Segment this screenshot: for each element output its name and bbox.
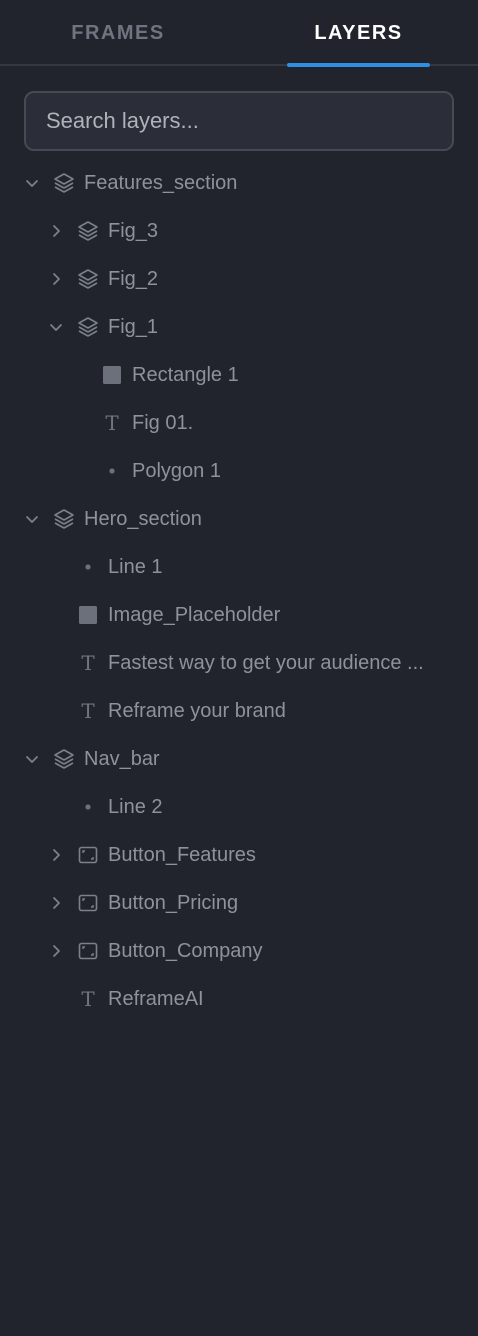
layer-label: Button_Pricing	[108, 892, 239, 914]
active-tab-indicator	[287, 63, 430, 67]
layer-label: Image_Placeholder	[108, 604, 281, 626]
layer-label: Fig 01.	[132, 412, 194, 434]
search-layers-input[interactable]	[24, 91, 454, 151]
text-layer-icon: T	[81, 651, 95, 675]
layer-row-polygon-1[interactable]: Polygon 1	[0, 447, 478, 495]
text-layer-icon: T	[81, 699, 95, 723]
layer-group-icon	[76, 267, 100, 291]
layer-label: Fig_3	[108, 220, 159, 242]
layer-row-fig-3[interactable]: Fig_3	[0, 207, 478, 255]
layer-label: Button_Features	[108, 844, 256, 866]
tab-layers[interactable]: LAYERS	[287, 0, 430, 66]
layer-row-button-features[interactable]: Button_Features	[0, 831, 478, 879]
layer-label: Fastest way to get your audience ...	[108, 652, 424, 674]
layer-label: Button_Company	[108, 940, 263, 962]
layer-group-icon	[76, 315, 100, 339]
text-layer-icon: T	[105, 411, 119, 435]
layer-label: Rectangle 1	[132, 364, 239, 386]
layer-row-fig-2[interactable]: Fig_2	[0, 255, 478, 303]
panel-tabs: FRAMES LAYERS	[0, 0, 478, 67]
tab-frames[interactable]: FRAMES	[48, 0, 188, 66]
layer-label: Nav_bar	[84, 748, 160, 770]
layer-row-features-section[interactable]: Features_section	[0, 159, 478, 207]
component-frame-icon	[76, 891, 100, 915]
rectangle-icon	[76, 603, 100, 627]
layers-panel: FRAMES LAYERS Features_section Fig_3	[0, 0, 478, 1336]
layer-label: Reframe your brand	[108, 700, 286, 722]
layer-label: ReframeAI	[108, 988, 204, 1010]
layer-tree: Features_section Fig_3 Fig_2 Fig_1 Recta…	[0, 159, 478, 1023]
chevron-right-icon[interactable]	[44, 219, 68, 243]
layer-group-icon	[76, 219, 100, 243]
dot-icon	[100, 459, 124, 483]
layer-row-line-2[interactable]: Line 2	[0, 783, 478, 831]
layer-row-button-company[interactable]: Button_Company	[0, 927, 478, 975]
chevron-down-icon[interactable]	[20, 171, 44, 195]
layer-row-fig-01-text[interactable]: T Fig 01.	[0, 399, 478, 447]
chevron-right-icon[interactable]	[44, 267, 68, 291]
layer-row-button-pricing[interactable]: Button_Pricing	[0, 879, 478, 927]
component-frame-icon	[76, 843, 100, 867]
layer-label: Line 2	[108, 796, 163, 818]
text-layer-icon: T	[81, 987, 95, 1011]
layer-row-nav-bar[interactable]: Nav_bar	[0, 735, 478, 783]
layer-row-hero-section[interactable]: Hero_section	[0, 495, 478, 543]
component-frame-icon	[76, 939, 100, 963]
layer-label: Features_section	[84, 172, 238, 194]
layer-row-rectangle-1[interactable]: Rectangle 1	[0, 351, 478, 399]
chevron-right-icon[interactable]	[44, 891, 68, 915]
layer-group-icon	[52, 507, 76, 531]
chevron-down-icon[interactable]	[20, 747, 44, 771]
layer-row-reframe-brand-text[interactable]: T Reframe your brand	[0, 687, 478, 735]
chevron-down-icon[interactable]	[20, 507, 44, 531]
layer-label: Line 1	[108, 556, 163, 578]
layer-label: Fig_1	[108, 316, 159, 338]
layer-row-reframeai-text[interactable]: T ReframeAI	[0, 975, 478, 1023]
layer-row-line-1[interactable]: Line 1	[0, 543, 478, 591]
layer-label: Fig_2	[108, 268, 159, 290]
chevron-right-icon[interactable]	[44, 939, 68, 963]
layer-group-icon	[52, 747, 76, 771]
dot-icon	[76, 555, 100, 579]
layer-group-icon	[52, 171, 76, 195]
chevron-down-icon[interactable]	[44, 315, 68, 339]
layer-row-fastest-way-text[interactable]: T Fastest way to get your audience ...	[0, 639, 478, 687]
rectangle-icon	[100, 363, 124, 387]
layer-label: Hero_section	[84, 508, 202, 530]
dot-icon	[76, 795, 100, 819]
chevron-right-icon[interactable]	[44, 843, 68, 867]
layer-label: Polygon 1	[132, 460, 221, 482]
layer-row-fig-1[interactable]: Fig_1	[0, 303, 478, 351]
layer-row-image-placeholder[interactable]: Image_Placeholder	[0, 591, 478, 639]
